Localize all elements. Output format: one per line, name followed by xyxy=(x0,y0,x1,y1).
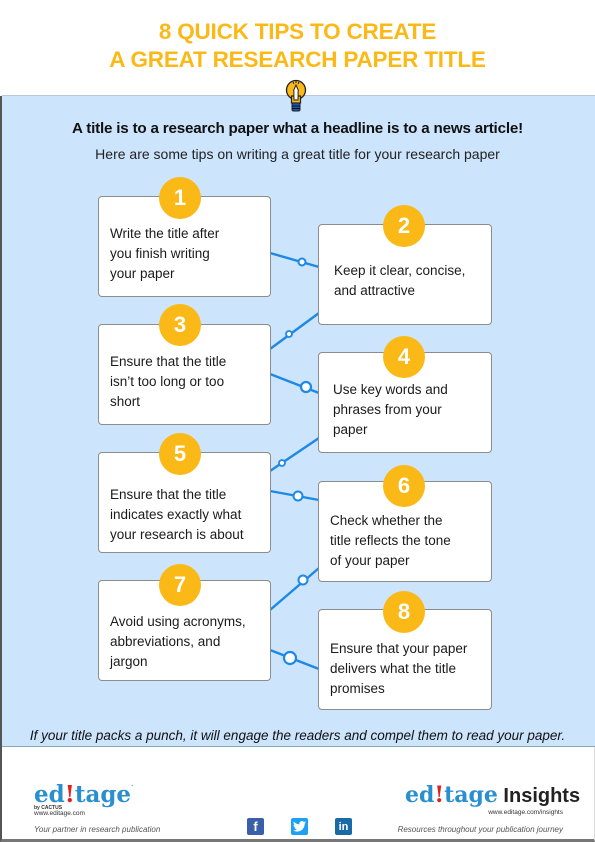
tip-number-badge-4: 4 xyxy=(383,336,425,378)
tip-text: Ensure that the title indicates exactly … xyxy=(110,487,244,542)
tip-number-badge-2: 2 xyxy=(383,205,425,247)
page-title-line-2: A GREAT RESEARCH PAPER TITLE xyxy=(109,47,486,72)
linkedin-icon[interactable]: in xyxy=(335,818,352,835)
lightbulb-icon xyxy=(285,79,307,112)
tip-number-badge-7: 7 xyxy=(159,564,201,606)
twitter-bird-glyph xyxy=(293,821,306,832)
tip-text: Ensure that your paper delivers what the… xyxy=(330,641,468,696)
tip-number-badge-5: 5 xyxy=(159,433,201,475)
facebook-icon[interactable]: f xyxy=(247,818,264,835)
tip-number-badge-8: 8 xyxy=(383,591,425,633)
editage-insights-logo[interactable]: ed!tage Insights xyxy=(405,782,580,808)
tip-text: Ensure that the title isn’t too long or … xyxy=(110,354,227,409)
tip-number-badge-1: 1 xyxy=(159,177,201,219)
intro-subheadline: Here are some tips on writing a great ti… xyxy=(95,146,500,162)
pencil-icon: ! xyxy=(434,782,445,808)
editage-url-link[interactable]: www.editage.com xyxy=(34,810,85,817)
insights-tagline: Resources throughout your publication jo… xyxy=(397,825,563,834)
tip-number-badge-3: 3 xyxy=(159,304,201,346)
tip-text: Avoid using acronyms, abbreviations, and… xyxy=(110,614,246,669)
pencil-icon: ! xyxy=(64,781,75,808)
tip-text: Check whether the title reflects the ton… xyxy=(330,513,451,568)
tips-panel xyxy=(2,95,595,747)
tip-text: Keep it clear, concise, and attractive xyxy=(334,263,466,298)
tip-text: Write the title after you finish writing… xyxy=(110,226,220,281)
page-title-line-1: 8 QUICK TIPS TO CREATE xyxy=(158,19,437,44)
tip-text: Use key words and phrases from your pape… xyxy=(333,382,448,437)
intro-headline: A title is to a research paper what a he… xyxy=(72,120,523,137)
twitter-icon[interactable] xyxy=(291,818,308,835)
insights-url-link[interactable]: www.editage.com/insights xyxy=(488,809,563,816)
closing-statement: If your title packs a punch, it will eng… xyxy=(29,728,566,743)
editage-tagline: Your partner in research publication xyxy=(34,825,161,834)
editage-logo[interactable]: ed!tage. xyxy=(34,781,133,808)
tip-number-badge-6: 6 xyxy=(383,465,425,507)
